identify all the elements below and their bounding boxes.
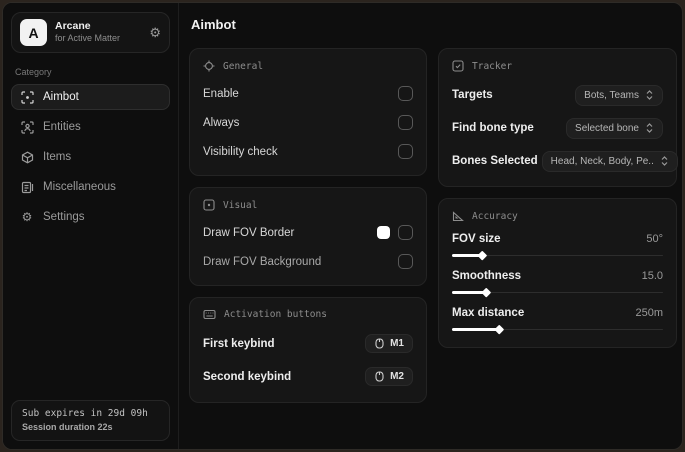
sidebar-item-entities[interactable]: Entities [11,114,170,140]
person-scan-icon [20,120,34,134]
setting-row-enable: Enable [203,83,413,104]
main-content: Aimbot General Enable Always Visibility … [179,3,682,449]
slider-max-distance: Max distance 250m [452,307,663,334]
setting-row-draw-fov-border: Draw FOV Border [203,222,413,243]
setting-row-visibility-check: Visibility check [203,141,413,162]
mouse-icon [375,371,384,382]
targets-dropdown[interactable]: Bots, Teams [575,84,663,106]
bones-selected-dropdown[interactable]: Head, Neck, Body, Pe.. [541,150,678,172]
crosshair-scan-icon [20,90,34,104]
unfold-icon [661,156,668,166]
brand-text: Arcane for Active Matter [55,20,141,44]
slider-value: 50° [646,233,663,245]
setting-row-bones-selected: Bones Selected Head, Neck, Body, Pe.. [452,149,678,173]
cube-icon [20,150,34,164]
slider-label: FOV size [452,233,501,245]
general-card-header: General [203,60,413,72]
page-title: Aimbot [191,17,236,32]
always-checkbox[interactable] [398,115,413,130]
tracker-card: Tracker Targets Bots, Teams Find bone ty… [438,48,678,187]
max-distance-slider[interactable] [452,324,663,334]
activation-buttons-card: Activation buttons First keybind M1 Seco… [189,297,427,403]
accuracy-card: Accuracy FOV size 50° Smoothness 15.0 Ma… [438,198,677,348]
accuracy-card-header: Accuracy [452,210,663,222]
crosshair-icon [203,60,215,72]
setting-label: Bones Selected [452,155,538,167]
sidebar-item-miscellaneous[interactable]: Miscellaneous [11,174,170,200]
list-icon [20,180,34,194]
mouse-icon [375,338,384,349]
sidebar-item-label: Miscellaneous [43,181,116,193]
sidebar-item-settings[interactable]: ⚙ Settings [11,204,170,230]
activation-card-header: Activation buttons [203,309,413,320]
setting-label: Draw FOV Border [203,226,295,239]
setting-row-second-keybind: Second keybind M2 [203,364,413,389]
draw-fov-background-checkbox[interactable] [398,254,413,269]
setting-label: Visibility check [203,145,278,158]
category-nav: Aimbot Entities Items Miscellaneous ⚙ Se… [11,84,170,230]
frame-icon [203,199,215,211]
sidebar: A Arcane for Active Matter ⚙ Category Ai… [3,3,179,449]
setting-label: First keybind [203,337,275,350]
tracker-card-header: Tracker [452,60,663,72]
slider-fov-size: FOV size 50° [452,233,663,260]
sidebar-item-label: Entities [43,121,81,133]
app-name: Arcane [55,20,91,33]
slider-smoothness: Smoothness 15.0 [452,270,663,297]
setting-label: Enable [203,87,239,100]
sidebar-item-label: Settings [43,211,85,223]
unfold-icon [646,123,653,133]
slider-label: Max distance [452,307,525,319]
target-box-icon [452,60,464,72]
slider-thumb[interactable] [494,324,504,334]
setting-label: Second keybind [203,370,292,383]
smoothness-slider[interactable] [452,287,663,297]
setting-label: Draw FOV Background [203,255,322,268]
session-duration-text: Session duration 22s [22,422,113,432]
triangle-ruler-icon [452,211,464,222]
setting-label: Always [203,116,240,129]
app-window: A Arcane for Active Matter ⚙ Category Ai… [2,2,683,450]
slider-thumb[interactable] [481,287,492,297]
app-logo: A [20,19,47,46]
draw-fov-border-checkbox[interactable] [398,225,413,240]
sidebar-item-label: Aimbot [43,91,79,103]
sub-expiry-text: Sub expires in 29d 09h [22,408,148,419]
fov-size-slider[interactable] [452,250,663,260]
gear-icon: ⚙ [21,210,33,224]
category-label: Category [15,67,52,77]
slider-value: 250m [635,307,663,319]
fov-border-color-swatch[interactable] [377,226,390,239]
slider-thumb[interactable] [477,250,487,260]
setting-row-always: Always [203,112,413,133]
general-card: General Enable Always Visibility check [189,48,427,176]
desktop-background: A Arcane for Active Matter ⚙ Category Ai… [0,0,685,452]
slider-value: 15.0 [641,270,663,282]
enable-checkbox[interactable] [398,86,413,101]
visibility-check-checkbox[interactable] [398,144,413,159]
sidebar-item-label: Items [43,151,72,163]
setting-row-draw-fov-background: Draw FOV Background [203,251,413,272]
subscription-panel: Sub expires in 29d 09h Session duration … [11,400,170,441]
setting-label: Targets [452,89,493,101]
visual-card-header: Visual [203,199,413,211]
app-subtitle: for Active Matter [55,33,121,44]
setting-label: Find bone type [452,122,534,134]
setting-row-targets: Targets Bots, Teams [452,83,663,107]
left-column: General Enable Always Visibility check V… [189,48,427,403]
brand-card: A Arcane for Active Matter ⚙ [11,12,170,53]
sidebar-item-items[interactable]: Items [11,144,170,170]
gear-icon[interactable]: ⚙ [149,26,161,39]
second-keybind-button[interactable]: M2 [365,367,413,386]
setting-row-find-bone-type: Find bone type Selected bone [452,116,663,140]
setting-row-first-keybind: First keybind M1 [203,331,413,356]
sidebar-item-aimbot[interactable]: Aimbot [11,84,170,110]
first-keybind-button[interactable]: M1 [365,334,413,353]
visual-card: Visual Draw FOV Border Draw FOV Backgrou… [189,187,427,286]
keyboard-icon [203,309,216,320]
slider-label: Smoothness [452,270,522,282]
find-bone-type-dropdown[interactable]: Selected bone [566,117,663,139]
right-column: Tracker Targets Bots, Teams Find bone ty… [438,48,678,348]
unfold-icon [646,90,653,100]
